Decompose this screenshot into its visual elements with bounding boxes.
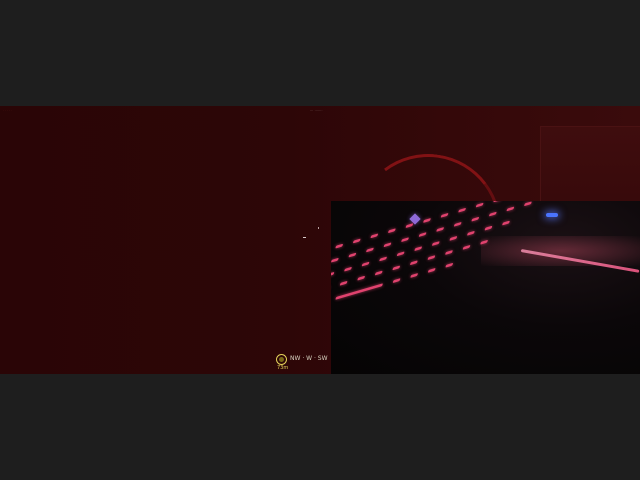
top-left-indicator: · · · · · [3, 108, 12, 112]
top-center-watermark: ··· ······· [310, 108, 323, 112]
webcam-overlay [331, 201, 640, 374]
waypoint-distance: 73m [277, 365, 289, 371]
rgb-keyboard [331, 201, 640, 374]
hud-navigation: NW · W · SW 73m [276, 354, 336, 374]
waypoint-ring-icon [276, 354, 287, 365]
key-row [331, 201, 640, 273]
crosshair-dot [318, 227, 319, 229]
key-row [331, 210, 635, 315]
letterbox-bottom [0, 374, 640, 480]
compass-strip: NW · W · SW [290, 355, 328, 362]
crosshair-icon [303, 237, 306, 238]
letterbox-top [0, 0, 640, 106]
